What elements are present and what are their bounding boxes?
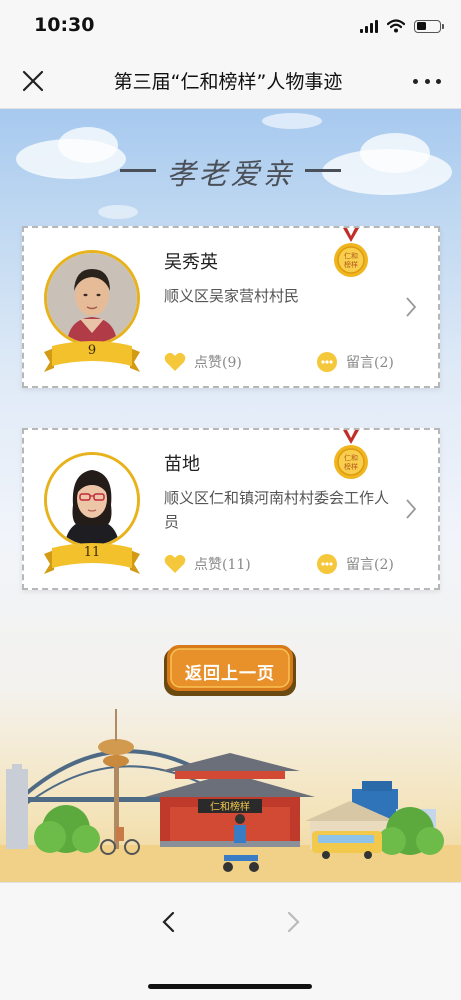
close-icon[interactable]	[20, 68, 46, 94]
person-name: 苗地	[164, 454, 200, 475]
medal-icon: 仁和 榜样	[334, 228, 368, 277]
town-illustration: 仁和榜样	[0, 709, 461, 882]
section-title: 孝老爱亲	[166, 157, 295, 191]
cloud	[98, 205, 138, 219]
person-description: 顺义区吴家营村村民	[164, 287, 300, 305]
back-button-label: 返回上一页	[185, 664, 275, 684]
status-time: 10:30	[34, 14, 95, 36]
person-photo	[47, 455, 137, 545]
person-name: 吴秀英	[164, 252, 218, 273]
page-title: 第三届“仁和榜样”人物事迹	[113, 71, 343, 93]
person-description: 顺义区仁和镇河南村村委会工作人员	[164, 489, 390, 531]
comment-count: 留言(2)	[346, 557, 394, 573]
comment-icon	[317, 554, 337, 574]
comment-icon	[317, 352, 337, 372]
home-indicator	[148, 984, 312, 989]
browser-forward-icon[interactable]	[282, 911, 304, 933]
heart-icon	[164, 352, 186, 371]
browser-toolbar	[0, 882, 461, 1000]
svg-text:榜样: 榜样	[344, 260, 358, 269]
like-count: 点赞(9)	[194, 355, 242, 371]
cloud	[262, 113, 322, 129]
more-icon[interactable]	[413, 72, 441, 90]
person-card[interactable]: 9 吴秀英 顺义区吴家营村村民 仁和 榜样 点赞(9) 留言(2)	[22, 226, 440, 388]
nav-bar: 第三届“仁和榜样”人物事迹	[0, 52, 461, 109]
battery-icon	[414, 19, 444, 33]
comment-button[interactable]: 留言(2)	[316, 552, 394, 576]
person-card[interactable]: 11 苗地 顺义区仁和镇河南村村委会工作人员 仁和 榜样 点赞(11) 留言(2…	[22, 428, 440, 590]
browser-back-icon[interactable]	[158, 911, 180, 933]
content-area: 孝老爱亲 9 吴秀英 顺义区吴家营村村民 仁和 榜样 点赞(9) 留言(2) 1…	[0, 109, 461, 882]
like-button[interactable]: 点赞(9)	[164, 350, 242, 374]
status-icons	[360, 18, 444, 34]
chevron-right-icon[interactable]	[404, 498, 418, 520]
svg-text:仁和: 仁和	[344, 251, 358, 260]
comment-count: 留言(2)	[346, 355, 394, 371]
like-button[interactable]: 点赞(11)	[164, 552, 251, 576]
comment-button[interactable]: 留言(2)	[316, 350, 394, 374]
avatar	[44, 250, 140, 346]
person-photo	[47, 253, 137, 343]
chevron-right-icon[interactable]	[404, 296, 418, 318]
person-number: 9	[87, 343, 97, 358]
person-number: 11	[83, 545, 101, 560]
like-count: 点赞(11)	[194, 557, 251, 573]
avatar	[44, 452, 140, 548]
scene-sign-text: 仁和榜样	[210, 800, 250, 813]
signal-icon	[360, 19, 378, 33]
svg-text:榜样: 榜样	[344, 462, 358, 471]
wifi-icon	[387, 19, 405, 33]
medal-icon: 仁和 榜样	[334, 430, 368, 479]
back-button[interactable]: 返回上一页	[163, 644, 297, 698]
title-line-right	[305, 169, 341, 172]
status-bar: 10:30	[0, 0, 461, 52]
heart-icon	[164, 554, 186, 573]
svg-text:仁和: 仁和	[344, 453, 358, 462]
